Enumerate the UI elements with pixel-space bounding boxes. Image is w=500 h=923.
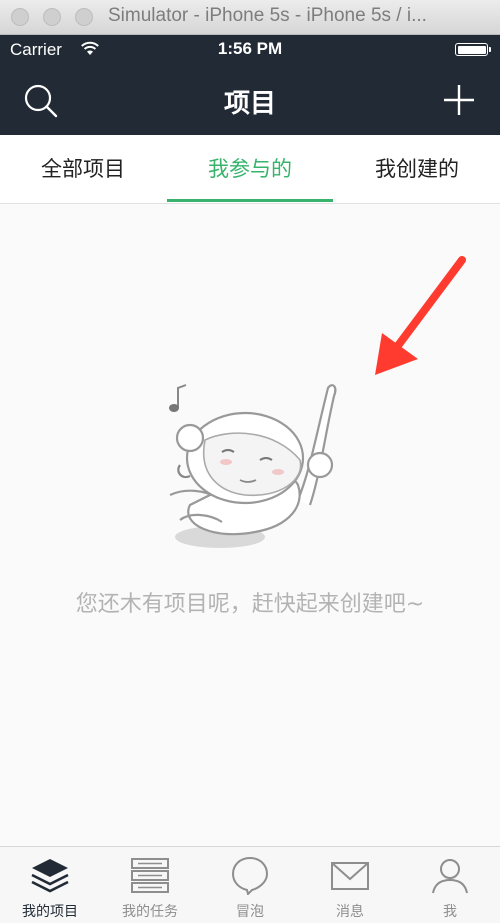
battery-icon: [455, 43, 491, 56]
page-title: 项目: [223, 89, 276, 119]
tabbar-label: 我: [443, 904, 457, 920]
active-tab-indicator: [167, 199, 333, 202]
tab-participating[interactable]: 我参与的: [167, 135, 333, 203]
window-zoom-button[interactable]: [75, 8, 93, 26]
tabbar-label: 冒泡: [236, 904, 264, 920]
status-time: 1:56 PM: [217, 39, 283, 58]
tabbar-item-me[interactable]: 我: [400, 847, 500, 923]
empty-state-message: 您还木有项目呢，赶快起来创建吧~: [75, 592, 425, 617]
status-bar: Carrier 1:56 PM: [0, 35, 500, 65]
layers-icon: [31, 859, 69, 893]
tabbar-item-my-projects[interactable]: 我的项目: [0, 847, 100, 923]
sleeping-monkey-illustration: [169, 384, 337, 548]
project-filter-tabs: 全部项目 我参与的 我创建的: [0, 135, 500, 204]
window-minimize-button[interactable]: [43, 8, 61, 26]
bubble-icon: [231, 856, 269, 895]
simulator-title-bar: Simulator - iPhone 5s - iPhone 5s / i...: [0, 0, 500, 35]
tabbar-item-my-tasks[interactable]: 我的任务: [100, 847, 200, 923]
window-title: Simulator - iPhone 5s - iPhone 5s / i...: [108, 5, 427, 26]
task-list-icon: [131, 858, 169, 893]
add-icon[interactable]: [442, 83, 476, 117]
tabbar-item-messages[interactable]: 消息: [300, 847, 400, 923]
user-icon: [432, 859, 468, 894]
tabbar-label: 我的任务: [122, 904, 178, 920]
tabbar-label: 消息: [336, 904, 364, 920]
tab-all-projects[interactable]: 全部项目: [0, 135, 166, 203]
tab-created[interactable]: 我创建的: [334, 135, 500, 203]
tabbar-label: 我的项目: [22, 904, 78, 920]
navigation-bar: 项目: [0, 65, 500, 135]
window-close-button[interactable]: [11, 8, 29, 26]
tabbar-item-bubble[interactable]: 冒泡: [200, 847, 300, 923]
annotation-arrow-icon: [375, 256, 466, 375]
mail-icon: [331, 862, 369, 890]
bottom-tab-bar: 我的项目 我的任务 冒泡 消息 我: [0, 846, 500, 923]
